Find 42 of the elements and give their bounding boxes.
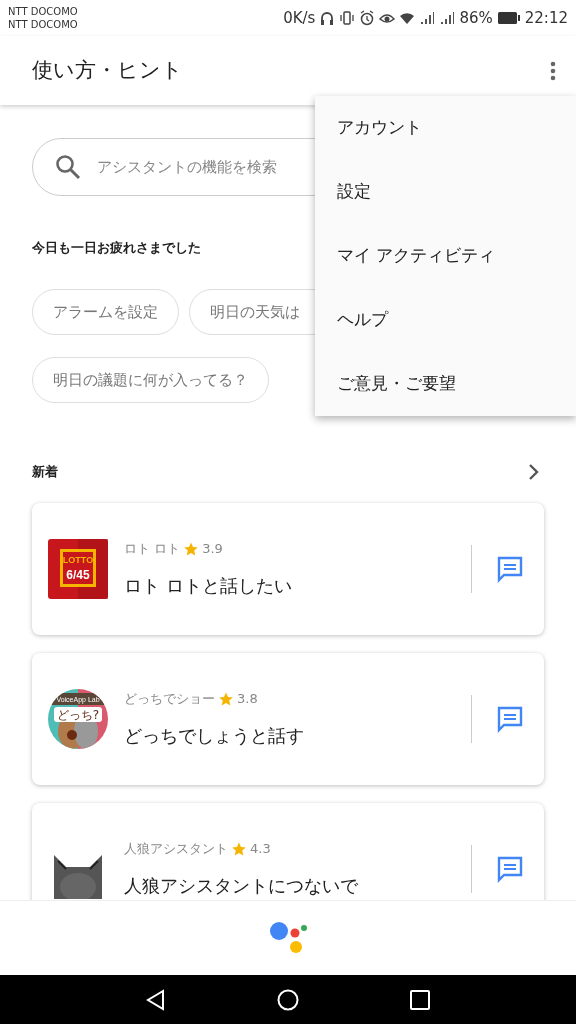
headphones-icon [319,10,336,26]
signal-icon [419,10,436,26]
star-icon [184,541,199,556]
signal-icon [439,10,456,26]
menu-item[interactable]: マイ アクティビティ [315,224,576,288]
screen-title: 使い方・ヒント [32,56,184,84]
chat-icon [496,555,524,583]
alarm-icon [359,10,376,26]
app-name: 人狼アシスタント [124,839,228,858]
chat-icon [496,855,524,883]
back-icon[interactable] [145,988,167,1011]
carrier-name: NTT DOCOMO [8,5,78,18]
greeting-heading: 今日も一日お疲れさまでした [32,239,201,257]
assistant-logo-icon[interactable] [267,921,309,955]
app-prompt: どっちでしょうと話す [124,724,304,749]
menu-item[interactable]: ご意見・ご要望 [315,352,576,416]
more-icon [550,60,556,81]
section-heading: 新着 [32,463,58,482]
chevron-right-icon [528,463,540,481]
vibrate-icon [339,10,356,26]
app-rating: 3.8 [237,689,258,708]
chat-icon [496,705,524,733]
star-icon [219,691,233,706]
carrier-name: NTT DOCOMO [8,18,78,31]
app-prompt: 人狼アシスタントにつないで [124,874,358,899]
app-prompt: ロト ロトと話したい [124,574,292,599]
battery-percent: 86% [459,7,493,29]
app-icon: LOTTO 6/45 [48,539,108,599]
battery-icon [496,11,521,25]
search-icon [55,154,81,180]
wifi-icon [399,10,416,26]
recents-icon[interactable] [409,988,431,1011]
suggestion-chip[interactable]: アラームを設定 [32,289,179,335]
app-name: ロト ロト [124,539,181,558]
star-icon [232,841,246,856]
app-rating: 3.9 [202,539,223,558]
suggestion-chip[interactable]: 明日の議題に何が入ってる？ [32,357,269,403]
app-rating: 4.3 [250,839,271,858]
clock-time: 22:12 [524,7,568,29]
app-name: どっちでショー [124,689,215,708]
network-speed: 0K/s [283,7,316,29]
home-icon[interactable] [277,988,299,1011]
